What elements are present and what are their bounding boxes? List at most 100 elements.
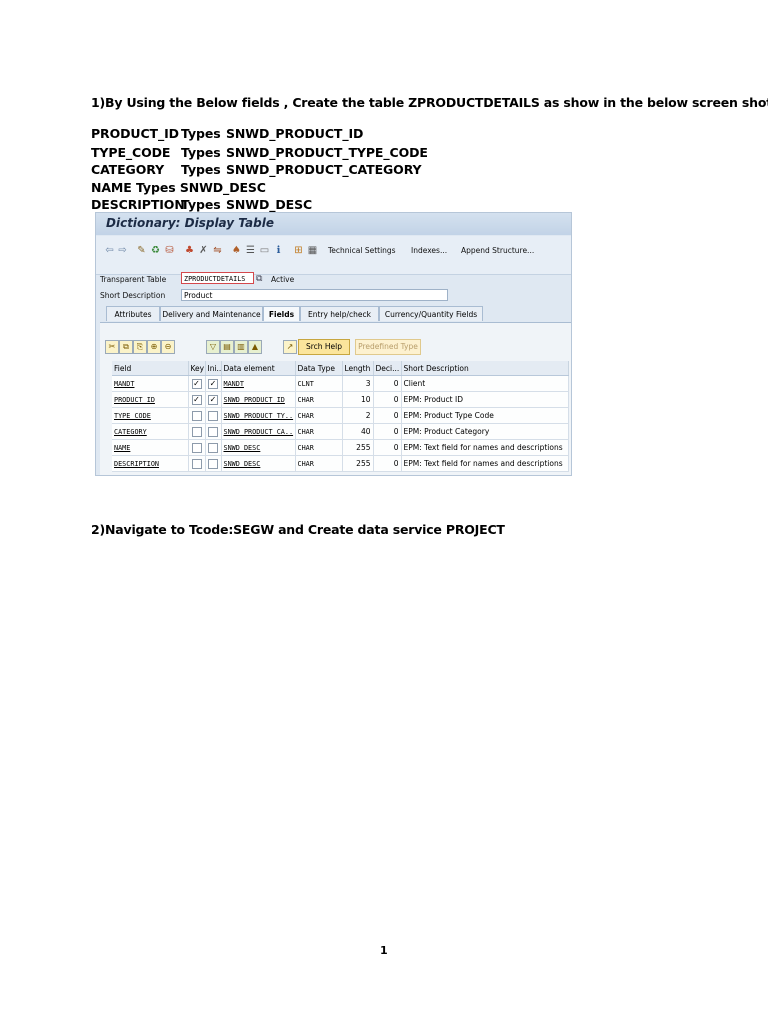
forward-arrow-icon[interactable]: ⇨ (117, 245, 128, 257)
field-cell[interactable]: MANDT (112, 375, 189, 392)
technical-settings-button[interactable]: Technical Settings (328, 246, 396, 255)
table-row[interactable]: DESCRIPTION SNWD_DESC CHAR 255 0 EPM: Te… (112, 455, 569, 472)
table-name-field[interactable]: ZPRODUCTDETAILS (181, 272, 254, 284)
copy-row-icon[interactable]: ⧉ (119, 340, 133, 354)
data-element-cell[interactable]: SNWD_DESC (221, 439, 296, 456)
srch-help-button[interactable]: Srch Help (298, 339, 350, 355)
back-arrow-icon[interactable]: ⇦ (104, 245, 115, 257)
table-row[interactable]: PRODUCT_ID ✓ ✓ SNWD_PRODUCT_ID CHAR 10 0… (112, 391, 569, 408)
column-header-field[interactable]: Field (112, 361, 189, 376)
data-element-cell[interactable]: SNWD_PRODUCT_TY.. (221, 407, 296, 424)
short-description-field[interactable]: Product (181, 289, 448, 301)
initial-checkbox[interactable]: ✓ (208, 394, 218, 405)
decimals-cell: 0 (373, 439, 402, 456)
display-object-icon[interactable]: ▭ (259, 245, 270, 257)
key-cell (188, 455, 206, 472)
delete-row-icon[interactable]: ⊖ (161, 340, 175, 354)
key-cell (188, 407, 206, 424)
field-cell[interactable]: PRODUCT_ID (112, 391, 189, 408)
table-row[interactable]: MANDT ✓ ✓ MANDT CLNT 3 0 Client (112, 375, 569, 392)
length-cell: 40 (342, 423, 374, 440)
table-status: Active (271, 275, 295, 284)
info-icon[interactable]: ℹ (273, 245, 284, 257)
decimals-cell: 0 (373, 423, 402, 440)
other-object-icon[interactable]: ✎ (136, 245, 147, 257)
short-description-cell: Client (401, 375, 569, 392)
copy-icon[interactable]: ⧉ (256, 274, 262, 284)
column-header-data-element[interactable]: Data element (221, 361, 296, 376)
field-cell[interactable]: TYPE_CODE (112, 407, 189, 424)
data-element-cell[interactable]: SNWD_PRODUCT_CA.. (221, 423, 296, 440)
table-row[interactable]: NAME SNWD_DESC CHAR 255 0 EPM: Text fiel… (112, 439, 569, 456)
cut-row-icon[interactable]: ✂ (105, 340, 119, 354)
data-element-cell[interactable]: MANDT (221, 375, 296, 392)
initial-checkbox[interactable] (208, 426, 218, 437)
append-structure-button[interactable]: Append Structure... (461, 246, 534, 255)
step-2-instruction: 2)Navigate to Tcode:SEGW and Create data… (91, 522, 505, 537)
field-def-data-type: SNWD_DESC (226, 197, 313, 212)
key-checkbox[interactable] (191, 442, 202, 453)
object-list-icon[interactable]: ⇋ (212, 245, 223, 257)
key-checkbox[interactable]: ✓ (191, 394, 202, 405)
fields-tab-content: ✂ ⧉ ⎘ ⊕ ⊖ ▽ ▤ ▥ ▲ ↗ Srch Help Predefined… (100, 322, 571, 475)
initial-cell (205, 423, 222, 440)
column-header-key[interactable]: Key (188, 361, 206, 376)
insert-row-icon[interactable]: ⊕ (147, 340, 161, 354)
length-cell: 255 (342, 455, 374, 472)
paste-row-icon[interactable]: ⎘ (133, 340, 147, 354)
key-checkbox[interactable] (191, 410, 202, 421)
key-checkbox[interactable] (191, 458, 202, 469)
tab-fields[interactable]: Fields (263, 306, 300, 321)
data-type-cell: CLNT (295, 375, 343, 392)
data-type-cell: CHAR (295, 423, 343, 440)
display-change-icon[interactable]: ♻ (150, 245, 161, 257)
initial-checkbox[interactable] (208, 442, 218, 453)
tab-delivery-and-maintenance[interactable]: Delivery and Maintenance (160, 306, 263, 321)
column-header-short-description[interactable]: Short Description (401, 361, 569, 376)
column-header-initial[interactable]: Ini... (205, 361, 222, 376)
column-header-length[interactable]: Length (342, 361, 374, 376)
initial-checkbox[interactable] (208, 458, 218, 469)
filter-icon[interactable]: ▽ (206, 340, 220, 354)
data-type-cell: CHAR (295, 391, 343, 408)
layout-icon[interactable]: ⊞ (293, 245, 304, 257)
select-all-icon[interactable]: ▤ (220, 340, 234, 354)
tab-entry-help-check[interactable]: Entry help/check (300, 306, 379, 321)
where-used-icon[interactable]: ✗ (198, 245, 209, 257)
field-def-name: TYPE_CODE (91, 145, 171, 160)
tab-currency-quantity-fields[interactable]: Currency/Quantity Fields (379, 306, 483, 321)
length-cell: 3 (342, 375, 374, 392)
column-header-data-type[interactable]: Data Type (295, 361, 343, 376)
hierarchy-icon[interactable]: ♠ (231, 245, 242, 257)
field-cell[interactable]: CATEGORY (112, 423, 189, 440)
initial-checkbox[interactable]: ✓ (208, 378, 218, 389)
tab-strip: Attributes Delivery and Maintenance Fiel… (96, 306, 571, 322)
sort-icon[interactable]: ☰ (245, 245, 256, 257)
field-def-data-type: SNWD_PRODUCT_ID (226, 126, 364, 141)
initial-checkbox[interactable] (208, 410, 218, 421)
grid-header-row: Field Key Ini... Data element Data Type … (112, 361, 569, 376)
deselect-icon[interactable]: ▥ (234, 340, 248, 354)
indexes-button[interactable]: Indexes... (411, 246, 447, 255)
field-cell[interactable]: DESCRIPTION (112, 455, 189, 472)
key-checkbox[interactable] (191, 426, 202, 437)
field-cell[interactable]: NAME (112, 439, 189, 456)
tab-attributes[interactable]: Attributes (106, 306, 160, 321)
sort-up-icon[interactable]: ▲ (248, 340, 262, 354)
initial-cell: ✓ (205, 391, 222, 408)
short-description-cell: EPM: Product ID (401, 391, 569, 408)
table-contents-icon[interactable]: ▦ (307, 245, 318, 257)
data-element-cell[interactable]: SNWD_DESC (221, 455, 296, 472)
key-checkbox[interactable]: ✓ (191, 378, 202, 389)
sap-window-title: Dictionary: Display Table (106, 216, 274, 230)
data-element-cell[interactable]: SNWD_PRODUCT_ID (221, 391, 296, 408)
length-cell: 2 (342, 407, 374, 424)
activate-icon[interactable]: ♣ (184, 245, 195, 257)
field-def-data-type: SNWD_PRODUCT_TYPE_CODE (226, 145, 428, 160)
initial-cell (205, 455, 222, 472)
check-icon[interactable]: ⛁ (164, 245, 175, 257)
input-help-icon[interactable]: ↗ (283, 340, 297, 354)
column-header-decimals[interactable]: Deci... (373, 361, 402, 376)
table-row[interactable]: CATEGORY SNWD_PRODUCT_CA.. CHAR 40 0 EPM… (112, 423, 569, 440)
table-row[interactable]: TYPE_CODE SNWD_PRODUCT_TY.. CHAR 2 0 EPM… (112, 407, 569, 424)
